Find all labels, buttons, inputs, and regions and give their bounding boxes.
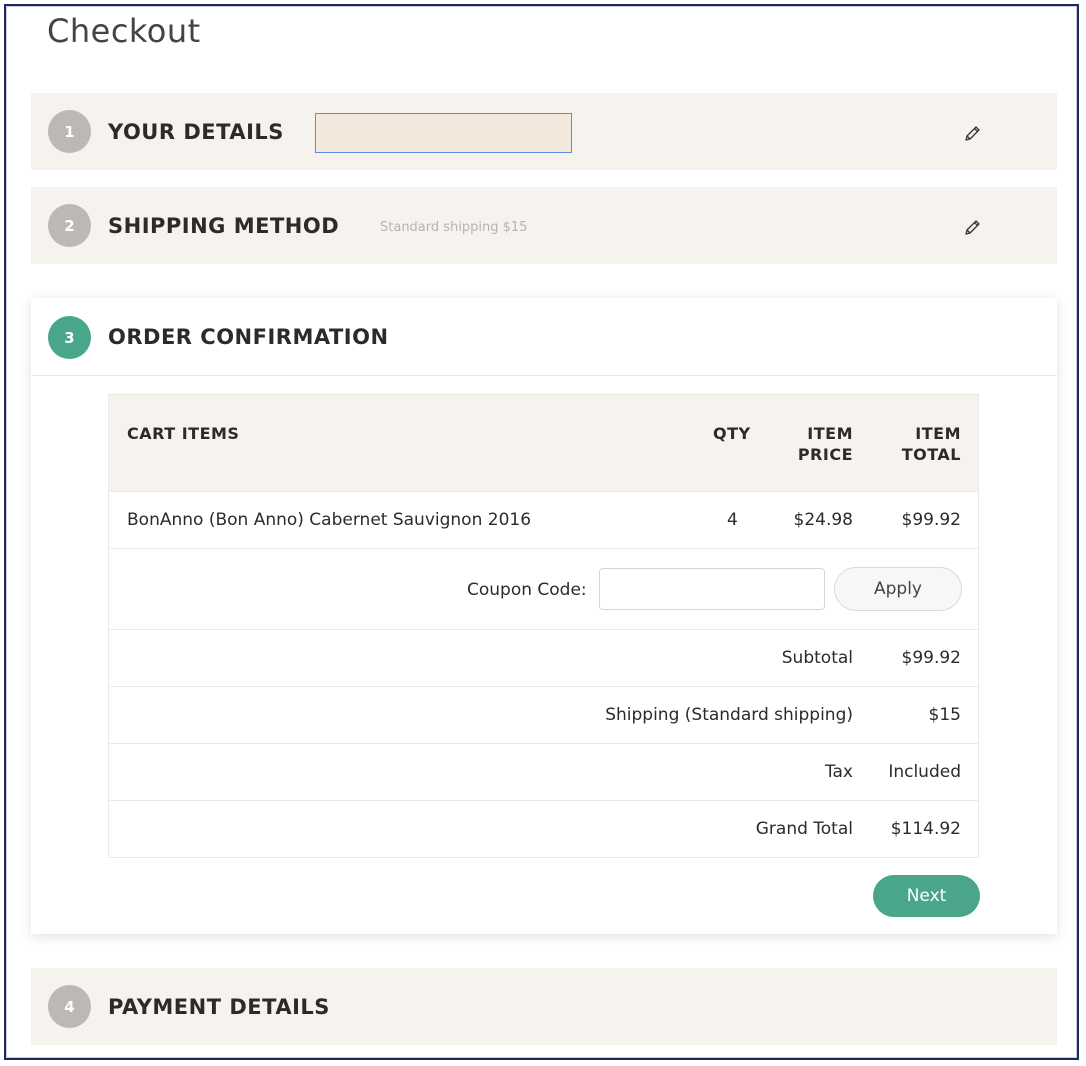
summary-value: $114.92 xyxy=(890,819,961,839)
summary-row-tax: Tax Included xyxy=(109,743,978,800)
step-title: ORDER CONFIRMATION xyxy=(108,325,389,349)
header-item-price-line2: PRICE xyxy=(797,445,853,464)
summary-row-subtotal: Subtotal $99.92 xyxy=(109,629,978,686)
header-qty: QTY xyxy=(713,424,751,443)
step-title: YOUR DETAILS xyxy=(108,120,284,144)
step-number: 4 xyxy=(48,985,91,1028)
step-number: 3 xyxy=(48,316,91,359)
header-item-price: ITEM PRICE xyxy=(798,423,853,465)
cart-table: CART ITEMS QTY ITEM PRICE ITEM TOTAL Bon… xyxy=(108,394,979,858)
header-item-total-line1: ITEM xyxy=(915,424,961,443)
step-order-confirmation: 3 ORDER CONFIRMATION CART ITEMS QTY ITEM… xyxy=(31,298,1057,934)
step-shipping-method[interactable]: 2 SHIPPING METHOD Standard shipping $15 xyxy=(31,187,1057,264)
next-button[interactable]: Next xyxy=(873,875,980,917)
page-title: Checkout xyxy=(47,12,201,50)
header-item-price-line1: ITEM xyxy=(807,424,853,443)
step-title: SHIPPING METHOD xyxy=(108,214,340,238)
step-your-details[interactable]: 1 YOUR DETAILS xyxy=(31,93,1057,170)
pencil-icon[interactable] xyxy=(961,123,983,145)
shipping-summary: Standard shipping $15 xyxy=(380,220,528,235)
header-item-total-line2: TOTAL xyxy=(901,445,961,464)
coupon-row: Coupon Code: Apply xyxy=(109,548,978,629)
step-title: PAYMENT DETAILS xyxy=(108,995,330,1019)
step-payment-details[interactable]: 4 PAYMENT DETAILS xyxy=(31,968,1057,1045)
summary-label: Tax xyxy=(824,762,853,782)
table-row: BonAnno (Bon Anno) Cabernet Sauvignon 20… xyxy=(109,491,978,548)
summary-row-grand-total: Grand Total $114.92 xyxy=(109,800,978,857)
summary-value: Included xyxy=(888,762,961,782)
your-details-summary xyxy=(315,113,572,153)
item-price: $24.98 xyxy=(793,510,853,530)
summary-label: Shipping (Standard shipping) xyxy=(605,705,853,725)
pencil-icon[interactable] xyxy=(961,217,983,239)
apply-button[interactable]: Apply xyxy=(834,567,962,611)
item-total: $99.92 xyxy=(901,510,961,530)
header-cart-items: CART ITEMS xyxy=(127,424,240,443)
step-number: 1 xyxy=(48,110,91,153)
item-qty: 4 xyxy=(727,510,738,530)
summary-label: Grand Total xyxy=(755,819,853,839)
divider xyxy=(31,375,1057,376)
summary-value: $15 xyxy=(928,705,961,725)
summary-value: $99.92 xyxy=(901,648,961,668)
step-number: 2 xyxy=(48,204,91,247)
item-name: BonAnno (Bon Anno) Cabernet Sauvignon 20… xyxy=(127,510,532,530)
summary-row-shipping: Shipping (Standard shipping) $15 xyxy=(109,686,978,743)
summary-label: Subtotal xyxy=(781,648,853,668)
coupon-label: Coupon Code: xyxy=(467,580,587,600)
header-item-total: ITEM TOTAL xyxy=(902,423,961,465)
cart-header: CART ITEMS QTY ITEM PRICE ITEM TOTAL xyxy=(109,395,978,491)
coupon-input[interactable] xyxy=(599,568,825,610)
